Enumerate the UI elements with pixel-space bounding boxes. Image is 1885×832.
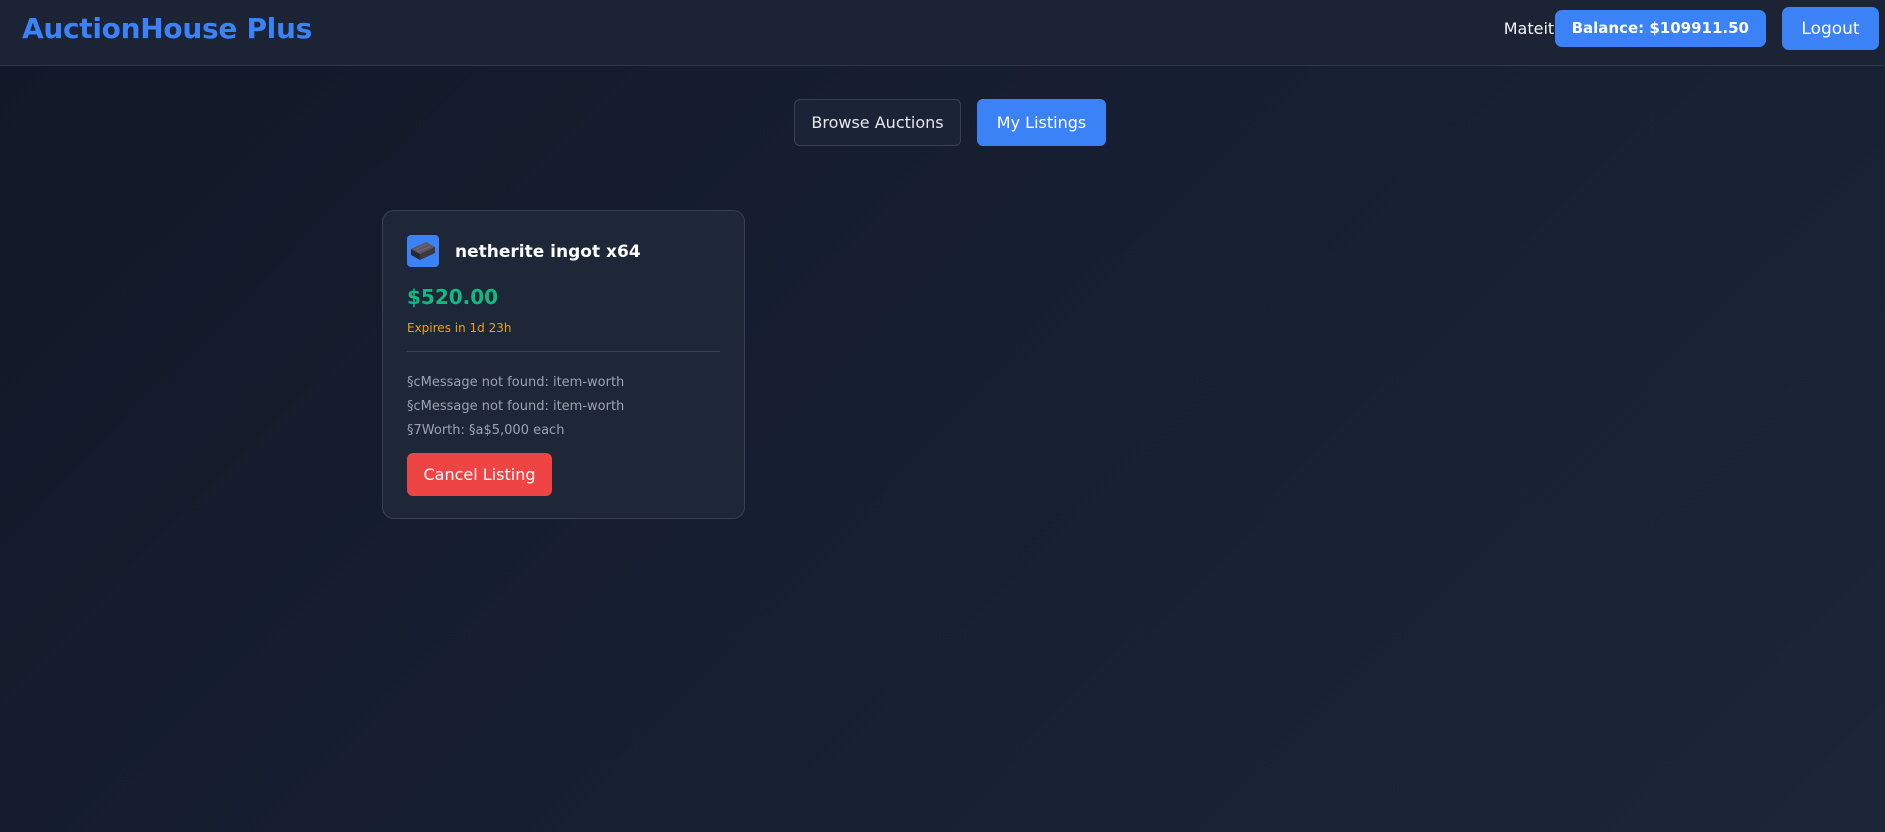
item-name: netherite ingot x64 (455, 242, 641, 262)
brand-logo-text: AuctionHouse Plus (22, 12, 312, 45)
expiry-text: Expires in 1d 23h (407, 321, 512, 335)
lore-line: §cMessage not found: item-worth (407, 399, 625, 414)
netherite-ingot-icon (407, 235, 439, 267)
logout-button[interactable]: Logout (1782, 7, 1879, 50)
balance-badge: Balance: $109911.50 (1554, 10, 1766, 47)
lore-line: §cMessage not found: item-worth (407, 375, 625, 390)
tab-my-listings[interactable]: My Listings (977, 99, 1106, 146)
item-lore-list: §cMessage not found: item-worth §cMessag… (407, 371, 624, 443)
lore-line: §7Worth: §a$5,000 each (407, 423, 565, 438)
listing-card: netherite ingot x64 $520.00 Expires in 1… (382, 210, 745, 519)
item-price: $520.00 (407, 285, 499, 309)
tab-browse-auctions[interactable]: Browse Auctions (794, 99, 961, 146)
netherite-ingot-icon-graphic (411, 242, 435, 260)
card-divider (407, 351, 720, 352)
top-bar: AuctionHouse Plus Mateita Balance: $1099… (0, 0, 1885, 66)
cancel-listing-button[interactable]: Cancel Listing (407, 453, 552, 496)
